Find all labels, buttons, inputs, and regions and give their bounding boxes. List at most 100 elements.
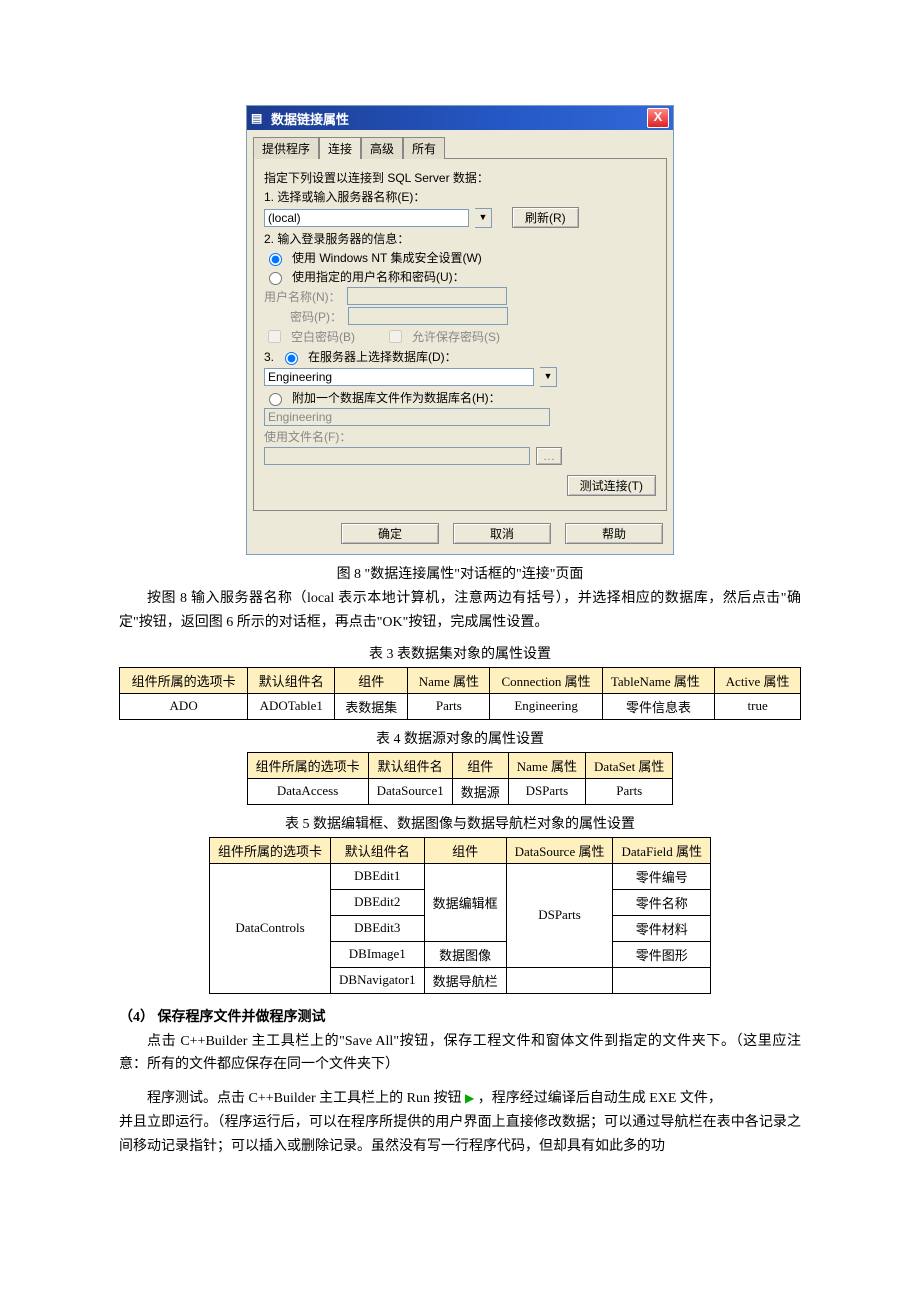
t3-h0: 组件所属的选项卡 — [120, 667, 248, 693]
table3: 组件所属的选项卡 默认组件名 组件 Name 属性 Connection 属性 … — [119, 667, 801, 720]
section4-p2: 程序测试。点击 C++Builder 主工具栏上的 Run 按钮 ▶ ，程序经过… — [119, 1087, 801, 1111]
tab-connect[interactable]: 连接 — [319, 137, 361, 159]
t5-r5-ds — [506, 967, 613, 993]
t5-r5-df — [613, 967, 711, 993]
t3-c2: 表数据集 — [335, 693, 408, 719]
t3-h4: Connection 属性 — [490, 667, 603, 693]
tab-provider[interactable]: 提供程序 — [253, 137, 319, 159]
ok-button[interactable]: 确定 — [341, 523, 439, 544]
radio-nt-security[interactable] — [269, 253, 282, 266]
run-icon: ▶ — [465, 1091, 474, 1105]
t5-r1-comp: 数据编辑框 — [424, 863, 506, 941]
save-password-label: 允许保存密码(S) — [412, 328, 500, 345]
t5-r3-name: DBEdit3 — [331, 915, 425, 941]
tab-panel-connect: 指定下列设置以连接到 SQL Server 数据： 1. 选择或输入服务器名称(… — [253, 158, 667, 511]
t3-h2: 组件 — [335, 667, 408, 693]
use-filename-label: 使用文件名(F)： — [264, 428, 656, 445]
t5-r3-df: 零件材料 — [613, 915, 711, 941]
blank-password-label: 空白密码(B) — [291, 328, 355, 345]
database-dropdown-icon[interactable]: ▼ — [540, 367, 557, 387]
username-field — [347, 287, 507, 305]
test-connection-button[interactable]: 测试连接(T) — [567, 475, 656, 496]
server-name-dropdown-icon[interactable]: ▼ — [475, 208, 492, 228]
t3-h5: TableName 属性 — [602, 667, 714, 693]
t5-r2-df: 零件名称 — [613, 889, 711, 915]
tab-all[interactable]: 所有 — [403, 137, 445, 159]
t5-r5-name: DBNavigator1 — [331, 967, 425, 993]
radio-user-password[interactable] — [269, 272, 282, 285]
t4-c4: Parts — [586, 778, 673, 804]
tab-strip: 提供程序 连接 高级 所有 — [247, 130, 673, 158]
password-field — [348, 307, 508, 325]
t5-h0: 组件所属的选项卡 — [210, 837, 331, 863]
t4-h3: Name 属性 — [508, 752, 585, 778]
radio-select-db-label: 在服务器上选择数据库(D)： — [308, 348, 457, 365]
cancel-button[interactable]: 取消 — [453, 523, 551, 544]
dialog-titlebar[interactable]: ▤ 数据链接属性 X — [247, 106, 673, 130]
password-label: 密码(P)： — [264, 308, 342, 325]
data-link-properties-dialog: ▤ 数据链接属性 X 提供程序 连接 高级 所有 指定下列设置以连接到 SQL … — [246, 105, 674, 555]
radio-attach-label: 附加一个数据库文件作为数据库名(H)： — [292, 389, 501, 406]
t3-h3: Name 属性 — [408, 667, 490, 693]
t3-c4: Engineering — [490, 693, 603, 719]
t3-h1: 默认组件名 — [248, 667, 335, 693]
t5-r1-df: 零件编号 — [613, 863, 711, 889]
table4: 组件所属的选项卡 默认组件名 组件 Name 属性 DataSet 属性 Dat… — [247, 752, 674, 805]
server-name-combo[interactable] — [264, 209, 469, 227]
t5-h4: DataField 属性 — [613, 837, 711, 863]
section4-p2-post: ，程序经过编译后自动生成 EXE 文件， — [478, 1091, 722, 1106]
table5-caption: 表 5 数据编辑框、数据图像与数据导航栏对象的属性设置 — [119, 813, 801, 833]
paragraph-after-figure8: 按图 8 输入服务器名称（local 表示本地计算机，注意两边有括号），并选择相… — [119, 587, 801, 635]
t5-col1: DataControls — [210, 863, 331, 993]
section4-p3: 并且立即运行。（程序运行后，可以在程序所提供的用户界面上直接修改数据；可以通过导… — [119, 1111, 801, 1159]
username-label: 用户名称(N)： — [264, 288, 341, 305]
help-button[interactable]: 帮助 — [565, 523, 663, 544]
t5-r4-df: 零件图形 — [613, 941, 711, 967]
t3-c1: ADOTable1 — [248, 693, 335, 719]
t4-c2: 数据源 — [452, 778, 508, 804]
tab-advanced[interactable]: 高级 — [361, 137, 403, 159]
radio-select-db[interactable] — [285, 352, 298, 365]
t4-h0: 组件所属的选项卡 — [247, 752, 368, 778]
section4-p1: 点击 C++Builder 主工具栏上的"Save All"按钮，保存工程文件和… — [119, 1030, 801, 1078]
t4-c1: DataSource1 — [368, 778, 452, 804]
section4-heading: （4） 保存程序文件并做程序测试 — [119, 1006, 801, 1026]
step3-prefix: 3. — [264, 350, 274, 364]
t5-r5-comp: 数据导航栏 — [424, 967, 506, 993]
radio-attach-db[interactable] — [269, 393, 282, 406]
t5-r4-comp: 数据图像 — [424, 941, 506, 967]
database-combo[interactable] — [264, 368, 534, 386]
t5-h2: 组件 — [424, 837, 506, 863]
app-icon: ▤ — [251, 110, 267, 126]
table3-caption: 表 3 表数据集对象的属性设置 — [119, 643, 801, 663]
t3-c6: true — [715, 693, 801, 719]
table4-caption: 表 4 数据源对象的属性设置 — [119, 728, 801, 748]
section4-p2-pre: 程序测试。点击 C++Builder 主工具栏上的 Run 按钮 — [147, 1091, 461, 1106]
t5-r2-name: DBEdit2 — [331, 889, 425, 915]
t4-c3: DSParts — [508, 778, 585, 804]
browse-button: … — [536, 447, 562, 465]
blank-password-checkbox — [268, 330, 281, 343]
close-icon[interactable]: X — [647, 108, 669, 128]
table5: 组件所属的选项卡 默认组件名 组件 DataSource 属性 DataFiel… — [209, 837, 711, 994]
dialog-button-row: 确定 取消 帮助 — [247, 517, 673, 554]
radio-nt-label: 使用 Windows NT 集成安全设置(W) — [292, 249, 482, 266]
t3-h6: Active 属性 — [715, 667, 801, 693]
instruction-text: 指定下列设置以连接到 SQL Server 数据： — [264, 169, 656, 186]
filename-field — [264, 447, 530, 465]
t5-r4-name: DBImage1 — [331, 941, 425, 967]
save-password-checkbox — [389, 330, 402, 343]
figure8-caption: 图 8 "数据连接属性"对话框的"连接"页面 — [119, 563, 801, 583]
t5-r1-name: DBEdit1 — [331, 863, 425, 889]
t3-c5: 零件信息表 — [602, 693, 714, 719]
t4-h2: 组件 — [452, 752, 508, 778]
t4-h4: DataSet 属性 — [586, 752, 673, 778]
t3-c0: ADO — [120, 693, 248, 719]
dialog-title: 数据链接属性 — [271, 109, 647, 128]
t4-c0: DataAccess — [247, 778, 368, 804]
refresh-button[interactable]: 刷新(R) — [512, 207, 579, 228]
t5-r1-ds: DSParts — [506, 863, 613, 967]
t3-c3: Parts — [408, 693, 490, 719]
step1-label: 1. 选择或输入服务器名称(E)： — [264, 188, 656, 205]
attach-db-name-field — [264, 408, 550, 426]
